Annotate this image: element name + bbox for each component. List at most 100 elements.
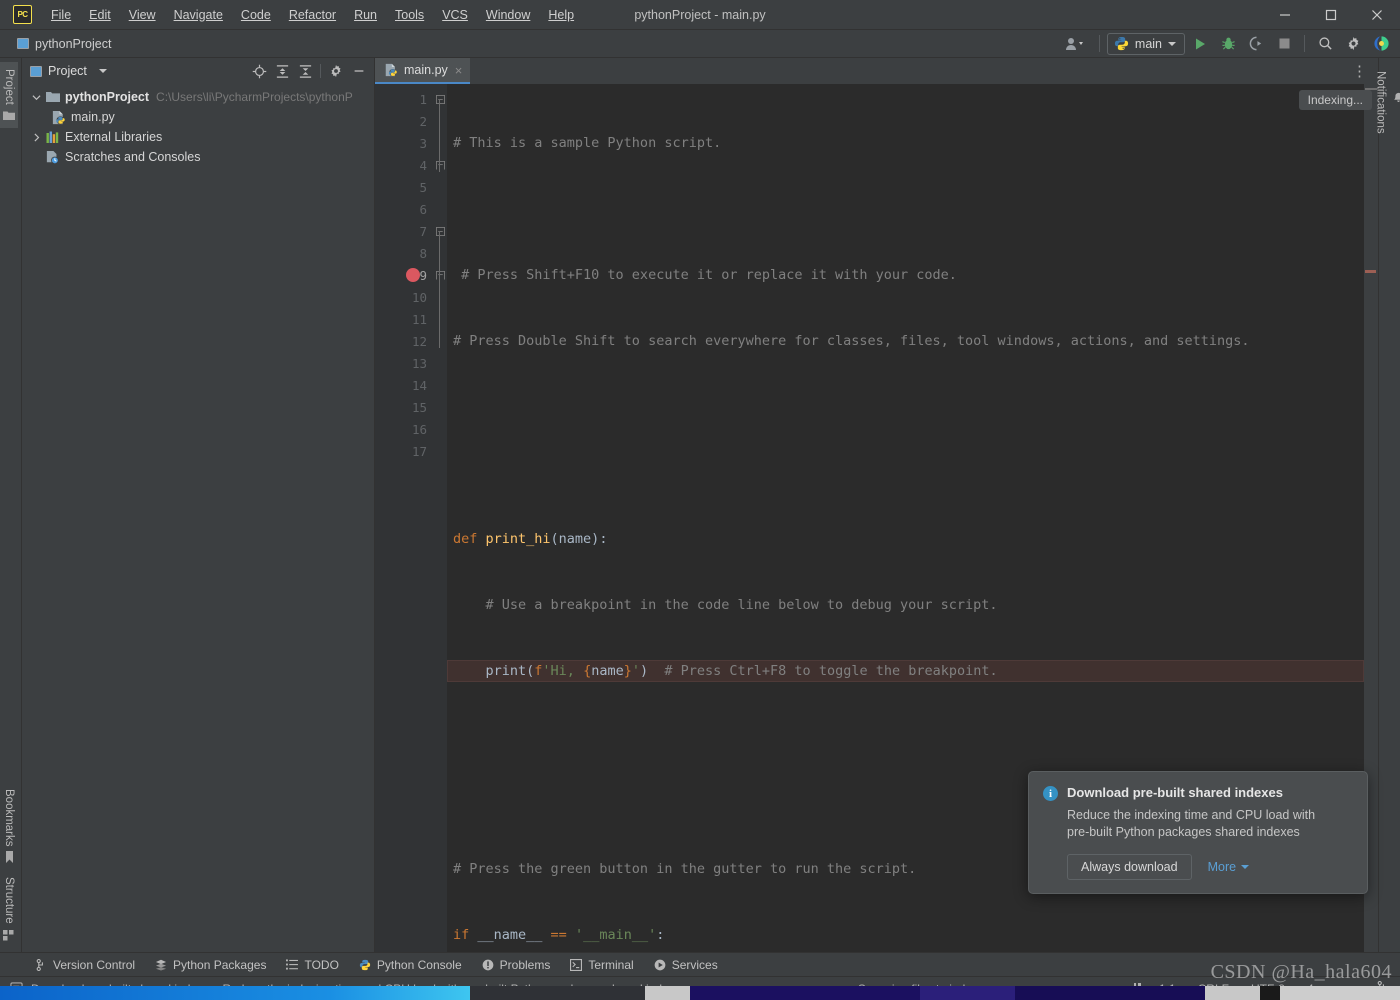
navigation-bar: pythonProject main bbox=[0, 30, 1400, 58]
menu-file[interactable]: File bbox=[42, 4, 80, 26]
expand-arrow-right-icon[interactable] bbox=[28, 132, 44, 142]
bottom-item-problems[interactable]: Problems bbox=[472, 956, 561, 974]
search-everywhere-button[interactable] bbox=[1312, 32, 1338, 56]
expand-arrow-down-icon[interactable] bbox=[28, 93, 44, 102]
services-icon bbox=[654, 959, 666, 970]
sidebar-item-notifications[interactable]: Notifications bbox=[1372, 64, 1400, 141]
run-with-coverage-button[interactable] bbox=[1243, 32, 1269, 56]
menu-navigate[interactable]: Navigate bbox=[165, 4, 232, 26]
fold-collapse-icon bbox=[435, 94, 445, 104]
taskbar-segment bbox=[1260, 986, 1280, 1000]
notification-title: Download pre-built shared indexes bbox=[1067, 785, 1283, 800]
menu-refactor[interactable]: Refactor bbox=[280, 4, 345, 26]
more-options-icon[interactable]: ⋮ bbox=[1348, 62, 1372, 80]
maximize-window-button[interactable] bbox=[1308, 0, 1354, 30]
project-panel-title[interactable]: Project bbox=[30, 64, 107, 78]
breadcrumb[interactable]: pythonProject bbox=[17, 37, 111, 51]
taskbar-segment bbox=[1205, 986, 1260, 1000]
code-line-3: # Press Shift+F10 to execute it or repla… bbox=[453, 267, 957, 283]
terminal-icon bbox=[570, 958, 583, 971]
expand-all-button[interactable] bbox=[271, 60, 293, 82]
menu-view[interactable]: View bbox=[120, 4, 165, 26]
menu-run[interactable]: Run bbox=[345, 4, 386, 26]
menu-help-label: Help bbox=[548, 7, 575, 22]
debug-button[interactable] bbox=[1215, 32, 1241, 56]
menu-help[interactable]: Help bbox=[539, 4, 583, 26]
menu-vcs[interactable]: VCS bbox=[433, 4, 477, 26]
bottom-item-python-packages[interactable]: Python Packages bbox=[145, 956, 276, 974]
breakpoint-icon[interactable] bbox=[406, 268, 420, 282]
project-tree[interactable]: pythonProject C:\Users\li\PycharmProject… bbox=[22, 84, 374, 952]
project-panel-toolbar bbox=[248, 60, 370, 82]
run-configuration-label: main bbox=[1134, 36, 1162, 51]
sidebar-item-project-label: Project bbox=[3, 69, 15, 105]
python-file-icon bbox=[50, 110, 67, 125]
maximize-icon bbox=[1325, 9, 1337, 20]
branch-icon bbox=[36, 958, 43, 971]
bottom-item-services[interactable]: Services bbox=[644, 956, 728, 974]
tree-row-external-libraries[interactable]: External Libraries bbox=[22, 127, 374, 147]
breakpoint-marker[interactable] bbox=[1365, 270, 1376, 273]
more-dropdown[interactable]: More bbox=[1207, 860, 1250, 874]
menu-code[interactable]: Code bbox=[232, 4, 280, 26]
settings-button[interactable] bbox=[1340, 32, 1366, 56]
minimize-window-button[interactable] bbox=[1262, 0, 1308, 30]
select-opened-file-button[interactable] bbox=[248, 60, 270, 82]
pycharm-window: PC File Edit View Navigate Code Refactor… bbox=[0, 0, 1400, 1000]
bottom-item-terminal[interactable]: Terminal bbox=[560, 956, 643, 974]
line-number: 15 bbox=[411, 399, 427, 415]
bottom-item-todo[interactable]: TODO bbox=[276, 956, 348, 974]
taskbar-segment bbox=[330, 986, 470, 1000]
editor-gutter[interactable]: 1 2 3 4 5 6 7 8 9 10 11 12 13 14 15 16 1… bbox=[375, 84, 433, 952]
ai-assistant-button[interactable] bbox=[1368, 32, 1394, 56]
line-number: 14 bbox=[411, 377, 427, 393]
chevron-down-icon bbox=[1241, 865, 1250, 869]
more-dropdown-label: More bbox=[1207, 860, 1237, 874]
sidebar-item-bookmarks[interactable]: Bookmarks bbox=[0, 782, 18, 871]
run-configuration-selector[interactable]: main bbox=[1106, 32, 1185, 55]
hide-panel-button[interactable] bbox=[348, 60, 370, 82]
play-icon bbox=[1196, 38, 1205, 49]
fold-marker-end[interactable] bbox=[433, 264, 447, 286]
bottom-item-python-console-label: Python Console bbox=[376, 957, 462, 972]
project-folder-icon bbox=[3, 111, 15, 120]
pycharm-logo-text: PC bbox=[17, 10, 28, 19]
menu-tools[interactable]: Tools bbox=[386, 4, 433, 26]
fold-marker[interactable] bbox=[433, 88, 447, 110]
always-download-button[interactable]: Always download bbox=[1067, 854, 1192, 880]
tree-row-pythonproject[interactable]: pythonProject C:\Users\li\PycharmProject… bbox=[22, 87, 374, 107]
panel-settings-button[interactable] bbox=[325, 60, 347, 82]
problems-icon bbox=[482, 959, 493, 970]
tree-row-scratches-and-consoles[interactable]: Scratches and Consoles bbox=[22, 147, 374, 167]
fold-marker[interactable] bbox=[433, 220, 447, 242]
menu-window[interactable]: Window bbox=[477, 4, 539, 26]
collapse-all-button[interactable] bbox=[294, 60, 316, 82]
stop-button[interactable] bbox=[1271, 32, 1297, 56]
tree-row-main-py[interactable]: main.py bbox=[22, 107, 374, 127]
info-icon: i bbox=[1043, 786, 1058, 801]
close-icon[interactable]: × bbox=[454, 63, 464, 78]
bottom-item-terminal-label: Terminal bbox=[588, 957, 634, 972]
account-button[interactable] bbox=[1058, 32, 1092, 56]
notification-balloon: i Download pre-built shared indexes Redu… bbox=[1028, 771, 1368, 894]
tab-main-py[interactable]: main.py × bbox=[375, 58, 471, 84]
bottom-item-python-console[interactable]: Python Console bbox=[349, 956, 472, 974]
close-window-button[interactable] bbox=[1354, 0, 1400, 30]
sidebar-item-project[interactable]: Project bbox=[0, 62, 18, 128]
bell-icon bbox=[1392, 92, 1400, 108]
line-number: 16 bbox=[411, 421, 427, 437]
bottom-item-python-packages-label: Python Packages bbox=[173, 957, 267, 972]
code-folding-column[interactable] bbox=[433, 84, 447, 952]
main-toolbar: main bbox=[1058, 32, 1400, 56]
sidebar-item-structure[interactable]: Structure bbox=[0, 870, 18, 948]
bottom-item-problems-label: Problems bbox=[499, 957, 551, 972]
tab-main-py-label: main.py bbox=[404, 63, 448, 77]
fold-marker-end[interactable] bbox=[433, 154, 447, 176]
menu-edit[interactable]: Edit bbox=[80, 4, 120, 26]
run-button[interactable] bbox=[1187, 32, 1213, 56]
code-line-1: # This is a sample Python script. bbox=[453, 135, 722, 151]
bottom-item-version-control[interactable]: Version Control bbox=[26, 956, 145, 974]
